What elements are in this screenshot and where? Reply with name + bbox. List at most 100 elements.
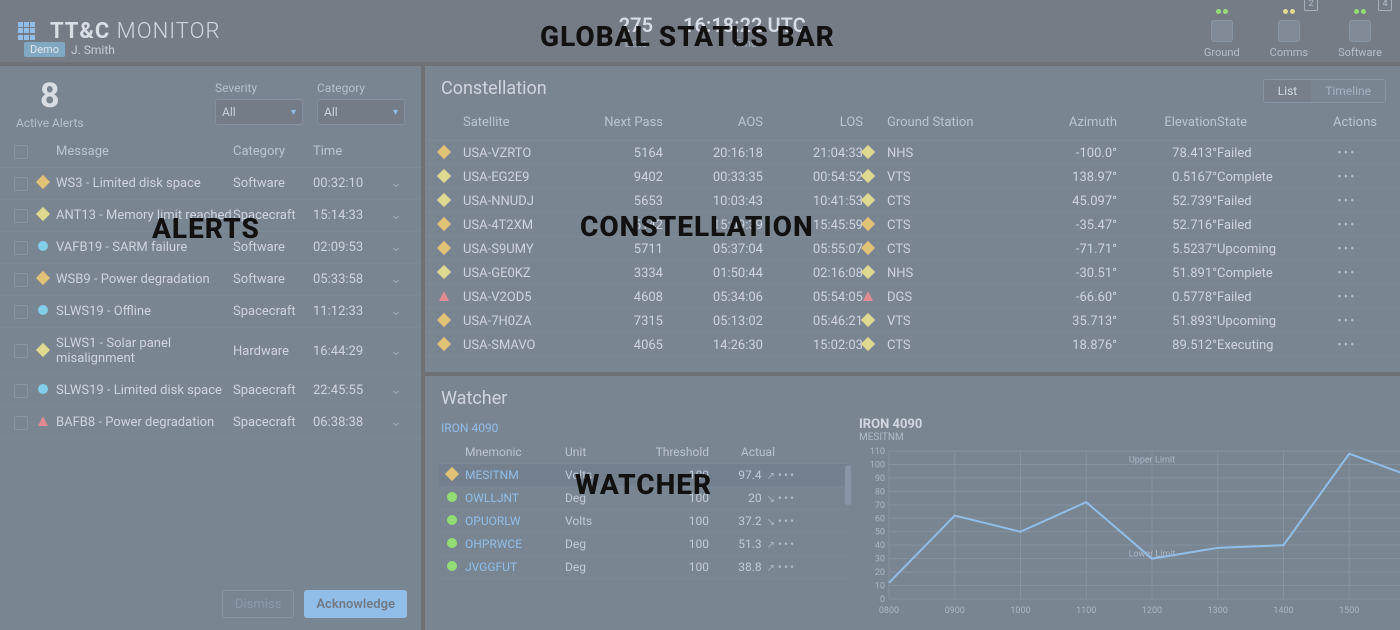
- alert-category: Spacecraft: [233, 208, 313, 223]
- row-checkbox[interactable]: [14, 177, 28, 191]
- expand-icon[interactable]: ⌄: [385, 208, 407, 223]
- severity-icon: [36, 175, 50, 189]
- constellation-row[interactable]: USA-SMAVO406514:26:3015:02:03CTS18.876°8…: [425, 333, 1400, 357]
- global-status-bar: TT&C MONITOR 275 Date 16:18:22 UTC Time …: [0, 0, 1400, 62]
- row-checkbox[interactable]: [14, 416, 28, 430]
- alert-row[interactable]: WS3 - Limited disk spaceSoftware00:32:10…: [0, 168, 421, 200]
- monitor-comms[interactable]: 2 Comms: [1270, 3, 1308, 59]
- constellation-row[interactable]: USA-4T2XM514215:09:3915:45:59CTS-35.47°5…: [425, 213, 1400, 237]
- row-actions[interactable]: •••: [1317, 170, 1377, 185]
- row-actions[interactable]: •••: [1317, 338, 1377, 353]
- line-chart: 0102030405060708090100110 08000900100011…: [859, 447, 1400, 617]
- watcher-title: Watcher: [425, 376, 1400, 415]
- monitor-ground[interactable]: Ground: [1204, 3, 1240, 59]
- constellation-row[interactable]: USA-NNUDJ565310:03:4310:41:53CTS45.097°5…: [425, 189, 1400, 213]
- row-checkbox[interactable]: [14, 209, 28, 223]
- row-actions[interactable]: •••: [1317, 242, 1377, 257]
- row-checkbox[interactable]: [14, 384, 28, 398]
- status-icon: [445, 467, 459, 481]
- expand-icon[interactable]: ⌄: [385, 344, 407, 359]
- alerts-panel: 8 Active Alerts Severity All Category Al…: [0, 62, 425, 630]
- expand-icon[interactable]: ⌄: [385, 272, 407, 287]
- row-checkbox[interactable]: [14, 305, 28, 319]
- watcher-row[interactable]: MESITNMVolts10097.4 ↗•••: [439, 464, 849, 487]
- constellation-row[interactable]: USA-EG2E9940200:33:3500:54:52VTS138.97°0…: [425, 165, 1400, 189]
- severity-icon: [38, 305, 48, 315]
- alert-row[interactable]: ANT13 - Memory limit reachedSpacecraft15…: [0, 200, 421, 232]
- constellation-row[interactable]: USA-VZRTO516420:16:1821:04:33NHS-100.0°7…: [425, 141, 1400, 165]
- svg-text:Upper Limit: Upper Limit: [1129, 455, 1175, 465]
- category-select[interactable]: All: [317, 99, 405, 125]
- segment-timeline[interactable]: Timeline: [1311, 80, 1385, 102]
- gs-status-icon: [861, 193, 875, 207]
- row-actions[interactable]: •••: [1317, 218, 1377, 233]
- monitor-software[interactable]: 4 Software: [1338, 3, 1382, 59]
- alert-row[interactable]: BAFB8 - Power degradationSpacecraft06:38…: [0, 407, 421, 439]
- alert-row[interactable]: VAFB19 - SARM failureSoftware02:09:53⌄: [0, 232, 421, 264]
- watcher-row[interactable]: OPUORLWVolts10037.2 ↘•••: [439, 510, 849, 533]
- alert-message: SLWS19 - Offline: [56, 304, 233, 319]
- status-icon: [447, 515, 457, 525]
- segment-list[interactable]: List: [1264, 80, 1312, 102]
- expand-icon[interactable]: ⌄: [385, 240, 407, 255]
- row-actions[interactable]: •••: [1317, 194, 1377, 209]
- severity-icon: [36, 271, 50, 285]
- constellation-row[interactable]: USA-S9UMY571105:37:0405:55:07CTS-71.71°5…: [425, 237, 1400, 261]
- select-all-checkbox[interactable]: [14, 145, 28, 159]
- row-actions[interactable]: •••: [775, 514, 799, 528]
- alert-time: 11:12:33: [313, 304, 385, 319]
- mnemonic-link[interactable]: OWLLJNT: [465, 491, 565, 505]
- view-segmented[interactable]: List Timeline: [1263, 79, 1386, 103]
- row-actions[interactable]: •••: [1317, 266, 1377, 281]
- svg-text:1200: 1200: [1142, 606, 1162, 616]
- watcher-row[interactable]: JVGGFUTDeg10038.8 ↗•••: [439, 556, 849, 579]
- mnemonic-link[interactable]: MESITNM: [465, 468, 565, 482]
- svg-text:20: 20: [875, 568, 885, 578]
- alert-time: 22:45:55: [313, 383, 385, 398]
- watcher-row[interactable]: OWLLJNTDeg10020 ↘•••: [439, 487, 849, 510]
- row-actions[interactable]: •••: [1317, 314, 1377, 329]
- gs-status-icon: [861, 313, 875, 327]
- row-actions[interactable]: •••: [775, 491, 799, 505]
- row-actions[interactable]: •••: [1317, 290, 1377, 305]
- row-checkbox[interactable]: [14, 344, 28, 358]
- severity-select[interactable]: All: [215, 99, 303, 125]
- row-checkbox[interactable]: [14, 273, 28, 287]
- row-actions[interactable]: •••: [1317, 146, 1377, 161]
- watcher-row[interactable]: OHPRWCEDeg10051.3 ↗•••: [439, 533, 849, 556]
- expand-icon[interactable]: ⌄: [385, 176, 407, 191]
- alert-row[interactable]: SLWS19 - Limited disk spaceSpacecraft22:…: [0, 375, 421, 407]
- svg-text:1000: 1000: [1010, 606, 1030, 616]
- mnemonic-chart: IRON 4090 MESITNM 0102030405060708090100…: [859, 415, 1400, 621]
- expand-icon[interactable]: ⌄: [385, 383, 407, 398]
- alert-time: 05:33:58: [313, 272, 385, 287]
- expand-icon[interactable]: ⌄: [385, 415, 407, 430]
- svg-text:1100: 1100: [1076, 606, 1096, 616]
- watcher-scrollbar[interactable]: [845, 465, 851, 505]
- mnemonic-link[interactable]: JVGGFUT: [465, 560, 565, 574]
- badge-comms: 2: [1304, 0, 1318, 11]
- row-actions[interactable]: •••: [775, 537, 799, 551]
- severity-icon: [38, 384, 48, 394]
- expand-icon[interactable]: ⌄: [385, 304, 407, 319]
- acknowledge-button[interactable]: Acknowledge: [304, 590, 407, 618]
- alert-row[interactable]: SLWS19 - OfflineSpacecraft11:12:33⌄: [0, 296, 421, 328]
- alert-category: Software: [233, 240, 313, 255]
- iron-tag[interactable]: IRON 4090: [439, 415, 849, 441]
- alert-row[interactable]: SLWS1 - Solar panel misalignmentHardware…: [0, 328, 421, 375]
- row-actions[interactable]: •••: [775, 468, 799, 482]
- row-actions[interactable]: •••: [775, 560, 799, 574]
- alert-row[interactable]: WSB9 - Power degradationSoftware05:33:58…: [0, 264, 421, 296]
- mnemonic-link[interactable]: OPUORLW: [465, 514, 565, 528]
- row-checkbox[interactable]: [14, 241, 28, 255]
- dismiss-button[interactable]: Dismiss: [222, 590, 294, 618]
- constellation-row[interactable]: USA-V2OD5460805:34:0605:54:05DGS-66.60°0…: [425, 285, 1400, 309]
- svg-text:60: 60: [875, 514, 885, 524]
- alert-time: 00:32:10: [313, 176, 385, 191]
- constellation-row[interactable]: USA-7H0ZA731505:13:0205:46:21VTS35.713°5…: [425, 309, 1400, 333]
- status-icon: [447, 492, 457, 502]
- constellation-row[interactable]: USA-GE0KZ333401:50:4402:16:08NHS-30.51°5…: [425, 261, 1400, 285]
- svg-text:40: 40: [875, 541, 885, 551]
- mnemonic-link[interactable]: OHPRWCE: [465, 537, 565, 551]
- alert-message: BAFB8 - Power degradation: [56, 415, 233, 430]
